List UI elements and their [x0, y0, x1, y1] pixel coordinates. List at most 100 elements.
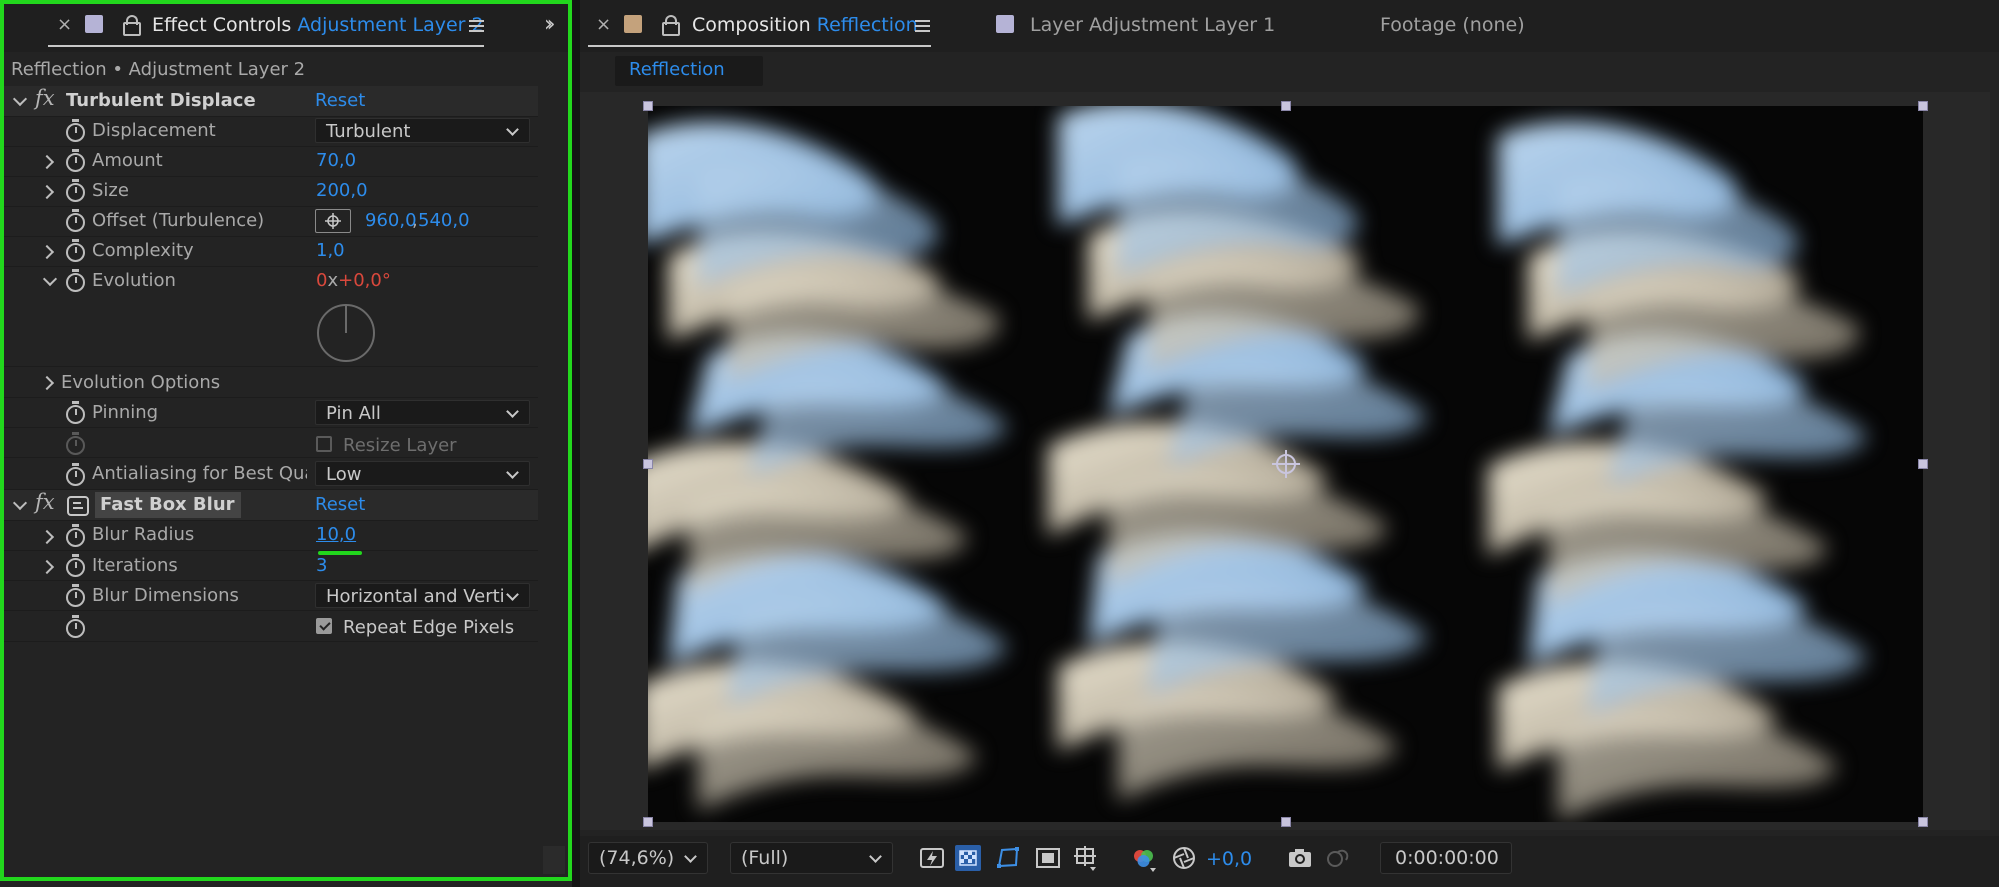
layer-handle-ml[interactable] — [643, 459, 653, 469]
breadcrumb: Refflection • Adjustment Layer 2 — [11, 59, 306, 80]
offset-y-value[interactable]: 540,0 — [418, 210, 470, 231]
evolution-revolutions: 0 — [316, 270, 328, 291]
tab-footage[interactable]: Footage (none) — [1380, 14, 1525, 36]
panel-divider[interactable] — [572, 0, 580, 887]
zoom-dropdown[interactable]: (74,6%) — [588, 842, 708, 874]
stopwatch-icon[interactable] — [66, 615, 85, 638]
tab-composition[interactable]: Composition Refflection — [692, 14, 918, 36]
transparency-grid-icon[interactable] — [954, 844, 982, 872]
layer-handle-mr[interactable] — [1918, 459, 1928, 469]
stopwatch-icon[interactable] — [66, 119, 85, 142]
close-tab-icon[interactable]: × — [57, 14, 72, 35]
resolution-dropdown[interactable]: (Full) — [730, 842, 893, 874]
amount-value[interactable]: 70,0 — [316, 150, 356, 171]
resize-layer-checkbox[interactable] — [316, 436, 332, 452]
lock-icon[interactable] — [662, 15, 680, 36]
prop-label: Offset (Turbulence) — [92, 210, 265, 231]
panel-menu-icon[interactable] — [469, 20, 484, 22]
panel-menu-icon[interactable] — [915, 20, 930, 22]
prop-label: Evolution Options — [61, 372, 221, 393]
pinning-dropdown[interactable]: Pin All — [315, 400, 530, 425]
layer-color-swatch — [85, 15, 103, 33]
chevron-down-icon — [506, 405, 519, 418]
prop-label: Evolution — [92, 270, 176, 291]
chevron-down-icon — [869, 850, 882, 863]
fx-icon[interactable]: fx — [35, 86, 55, 110]
stopwatch-icon[interactable] — [66, 401, 85, 424]
displacement-dropdown[interactable]: Turbulent — [315, 118, 530, 143]
offset-x-value[interactable]: 960,0 — [365, 210, 417, 231]
effect-name: Turbulent Displace — [66, 90, 256, 111]
close-tab-icon[interactable]: × — [596, 14, 611, 35]
stopwatch-icon[interactable] — [66, 584, 85, 607]
prop-label: Displacement — [92, 120, 216, 141]
iterations-value[interactable]: 3 — [316, 555, 327, 576]
timecode-value: 0:00:00:00 — [1395, 847, 1499, 869]
chevron-down-icon — [506, 588, 519, 601]
repeat-edge-label: Repeat Edge Pixels — [343, 617, 515, 638]
snapshot-camera-icon[interactable] — [1286, 844, 1314, 872]
offset-separator: , — [412, 210, 418, 231]
stopwatch-icon[interactable] — [66, 239, 85, 262]
blur-radius-value[interactable]: 10,0 — [316, 524, 356, 545]
fast-previews-icon[interactable] — [918, 844, 946, 872]
stopwatch-icon[interactable] — [66, 269, 85, 292]
evolution-dial[interactable] — [315, 302, 377, 364]
grid-guides-icon[interactable] — [1072, 844, 1100, 872]
show-snapshot-icon[interactable] — [1324, 844, 1352, 872]
reset-button[interactable]: Reset — [315, 494, 365, 515]
zoom-value: (74,6%) — [599, 847, 675, 869]
exposure-value[interactable]: +0,0 — [1206, 848, 1252, 870]
fx-icon[interactable]: fx — [35, 490, 55, 514]
tab-effect-controls[interactable]: Effect Controls Adjustment Layer 2 — [152, 14, 484, 36]
repeat-edge-checkbox[interactable] — [316, 618, 332, 634]
chevron-down-icon — [684, 850, 697, 863]
layer-handle-tr[interactable] — [1918, 101, 1928, 111]
dropdown-value: Horizontal and Verti — [326, 586, 505, 607]
layer-handle-bl[interactable] — [643, 817, 653, 827]
prop-label: Iterations — [92, 555, 178, 576]
comp-color-swatch — [624, 15, 642, 33]
evolution-value[interactable]: 0x+0,0° — [316, 270, 391, 291]
layer-handle-tc[interactable] — [1281, 101, 1291, 111]
prop-label: Amount — [92, 150, 163, 171]
layer-handle-bc[interactable] — [1281, 817, 1291, 827]
layer-handle-tl[interactable] — [643, 101, 653, 111]
blur-dimensions-dropdown[interactable]: Horizontal and Verti — [315, 583, 530, 608]
panel-scrollbar[interactable] — [540, 52, 568, 878]
composition-canvas[interactable] — [648, 106, 1923, 822]
prop-label: Blur Dimensions — [92, 585, 239, 606]
active-tab-underline — [48, 45, 484, 47]
layer-handle-br[interactable] — [1918, 817, 1928, 827]
timecode-field[interactable]: 0:00:00:00 — [1380, 842, 1512, 874]
channels-icon[interactable] — [1130, 844, 1158, 872]
region-of-interest-icon[interactable] — [1034, 844, 1062, 872]
complexity-value[interactable]: 1,0 — [316, 240, 345, 261]
tab-comp-name: Refflection — [816, 14, 918, 36]
crosshair-icon — [325, 213, 341, 229]
antialiasing-dropdown[interactable]: Low — [315, 461, 530, 486]
reset-exposure-icon[interactable] — [1170, 844, 1198, 872]
tab-layer[interactable]: Layer Adjustment Layer 1 — [1030, 14, 1275, 36]
stopwatch-icon[interactable] — [66, 209, 85, 232]
mask-visibility-icon[interactable] — [994, 844, 1022, 872]
point-target-button[interactable] — [315, 209, 351, 233]
resize-layer-label: Resize Layer — [343, 435, 457, 456]
stopwatch-icon[interactable] — [66, 524, 85, 547]
comp-navigator-label[interactable]: Refflection — [629, 59, 725, 80]
size-value[interactable]: 200,0 — [316, 180, 368, 201]
evolution-degrees: +0,0° — [338, 270, 391, 291]
stopwatch-icon[interactable] — [66, 179, 85, 202]
stopwatch-icon[interactable] — [66, 463, 85, 486]
chevron-down-icon — [506, 123, 519, 136]
chevron-down-icon — [506, 466, 519, 479]
stopwatch-icon[interactable] — [66, 554, 85, 577]
stopwatch-icon — [66, 432, 85, 455]
expand-panels-icon[interactable]: ›› — [544, 12, 555, 37]
lock-icon[interactable] — [123, 15, 141, 36]
evolution-x: x — [327, 270, 339, 291]
tab-layer-name: Adjustment Layer 2 — [297, 14, 484, 36]
scrollbar-thumb[interactable] — [543, 846, 565, 874]
reset-button[interactable]: Reset — [315, 90, 365, 111]
stopwatch-icon[interactable] — [66, 149, 85, 172]
